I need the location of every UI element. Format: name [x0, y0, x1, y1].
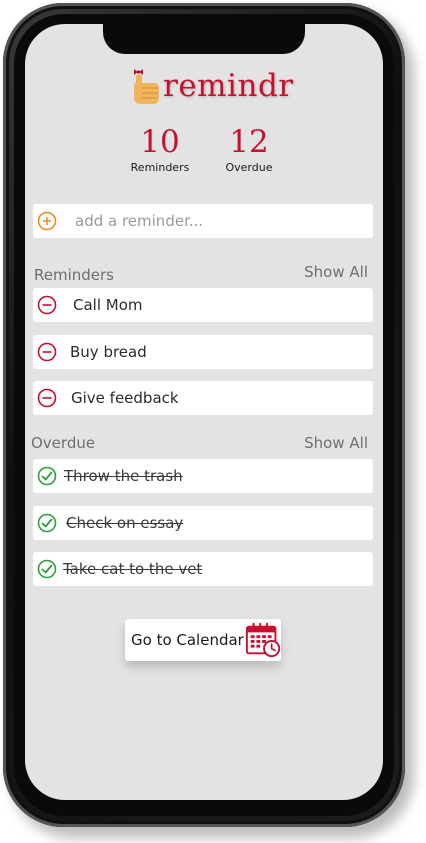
overdue-show-all-link[interactable]: Show All	[304, 434, 368, 452]
overdue-item-label: Take cat to the vet	[63, 560, 203, 578]
reminder-item-label: Call Mom	[73, 296, 143, 314]
check-circle-icon[interactable]	[37, 513, 57, 533]
overdue-item-label: Throw the trash	[64, 467, 183, 485]
overdue-count: 12	[229, 124, 269, 160]
reminder-item-label: Give feedback	[71, 389, 179, 407]
go-to-calendar-button[interactable]: Go to Calendar	[125, 619, 281, 661]
overdue-item[interactable]: Check on essay	[33, 506, 373, 540]
hand-with-bow-icon	[134, 69, 159, 104]
overdue-count-label: Overdue	[225, 161, 273, 174]
reminder-item[interactable]: Buy bread	[33, 335, 373, 369]
app-name: remindr	[163, 68, 294, 104]
go-to-calendar-label: Go to Calendar	[131, 631, 244, 649]
reminders-stat: 10 Reminders	[120, 125, 200, 174]
app-logo: remindr	[130, 64, 294, 108]
reminder-item[interactable]: Give feedback	[33, 381, 373, 415]
overdue-stat: 12 Overdue	[209, 125, 289, 174]
reminder-item-label: Buy bread	[70, 343, 147, 361]
phone-notch	[103, 22, 305, 54]
reminders-count-label: Reminders	[130, 161, 190, 174]
reminders-show-all-link[interactable]: Show All	[304, 263, 368, 281]
overdue-item[interactable]: Take cat to the vet	[33, 552, 373, 586]
check-circle-icon[interactable]	[37, 559, 57, 579]
add-reminder-placeholder: add a reminder...	[75, 212, 204, 230]
minus-circle-icon[interactable]	[37, 388, 57, 408]
overdue-section-title: Overdue	[31, 434, 96, 452]
add-reminder-input[interactable]: add a reminder...	[33, 204, 373, 238]
minus-circle-icon[interactable]	[37, 295, 57, 315]
calendar-clock-icon	[245, 622, 281, 658]
reminders-count: 10	[140, 124, 180, 160]
overdue-item[interactable]: Throw the trash	[33, 459, 373, 493]
check-circle-icon[interactable]	[37, 466, 57, 486]
reminders-section-title: Reminders	[34, 266, 114, 284]
reminder-item[interactable]: Call Mom	[33, 288, 373, 322]
minus-circle-icon[interactable]	[37, 342, 57, 362]
plus-circle-icon[interactable]	[37, 211, 57, 231]
overdue-item-label: Check on essay	[66, 514, 184, 532]
